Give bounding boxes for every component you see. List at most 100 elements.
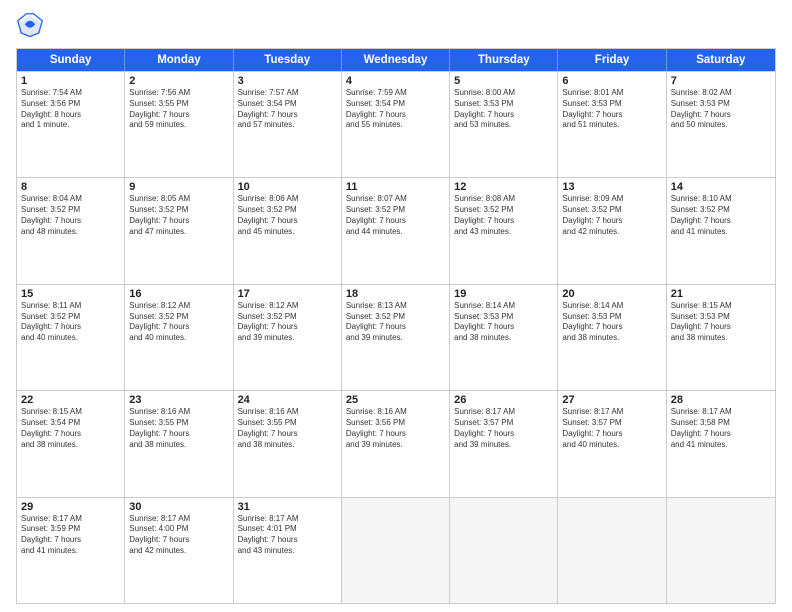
calendar-body: 1Sunrise: 7:54 AM Sunset: 3:56 PM Daylig… (17, 71, 775, 603)
weekday-header-friday: Friday (558, 49, 666, 71)
day-info: Sunrise: 8:17 AM Sunset: 3:58 PM Dayligh… (671, 407, 771, 450)
day-number: 23 (129, 394, 228, 406)
calendar-header: SundayMondayTuesdayWednesdayThursdayFrid… (17, 49, 775, 71)
logo (16, 12, 48, 40)
calendar: SundayMondayTuesdayWednesdayThursdayFrid… (16, 48, 776, 604)
calendar-day-9: 9Sunrise: 8:05 AM Sunset: 3:52 PM Daylig… (125, 178, 233, 283)
day-info: Sunrise: 8:17 AM Sunset: 4:00 PM Dayligh… (129, 514, 228, 557)
day-info: Sunrise: 8:00 AM Sunset: 3:53 PM Dayligh… (454, 88, 553, 131)
day-info: Sunrise: 8:15 AM Sunset: 3:53 PM Dayligh… (671, 301, 771, 344)
day-number: 16 (129, 288, 228, 300)
calendar-day-3: 3Sunrise: 7:57 AM Sunset: 3:54 PM Daylig… (234, 72, 342, 177)
day-number: 28 (671, 394, 771, 406)
calendar-day-empty (558, 498, 666, 603)
day-number: 25 (346, 394, 445, 406)
weekday-header-monday: Monday (125, 49, 233, 71)
day-info: Sunrise: 8:15 AM Sunset: 3:54 PM Dayligh… (21, 407, 120, 450)
calendar-day-27: 27Sunrise: 8:17 AM Sunset: 3:57 PM Dayli… (558, 391, 666, 496)
day-info: Sunrise: 8:12 AM Sunset: 3:52 PM Dayligh… (129, 301, 228, 344)
calendar-week-3: 15Sunrise: 8:11 AM Sunset: 3:52 PM Dayli… (17, 284, 775, 390)
day-info: Sunrise: 8:12 AM Sunset: 3:52 PM Dayligh… (238, 301, 337, 344)
calendar-day-17: 17Sunrise: 8:12 AM Sunset: 3:52 PM Dayli… (234, 285, 342, 390)
calendar-day-23: 23Sunrise: 8:16 AM Sunset: 3:55 PM Dayli… (125, 391, 233, 496)
calendar-week-4: 22Sunrise: 8:15 AM Sunset: 3:54 PM Dayli… (17, 390, 775, 496)
day-number: 20 (562, 288, 661, 300)
day-number: 22 (21, 394, 120, 406)
calendar-day-6: 6Sunrise: 8:01 AM Sunset: 3:53 PM Daylig… (558, 72, 666, 177)
day-number: 21 (671, 288, 771, 300)
day-number: 10 (238, 181, 337, 193)
day-number: 8 (21, 181, 120, 193)
calendar-week-5: 29Sunrise: 8:17 AM Sunset: 3:59 PM Dayli… (17, 497, 775, 603)
day-info: Sunrise: 8:07 AM Sunset: 3:52 PM Dayligh… (346, 194, 445, 237)
day-number: 15 (21, 288, 120, 300)
calendar-day-empty (450, 498, 558, 603)
calendar-day-13: 13Sunrise: 8:09 AM Sunset: 3:52 PM Dayli… (558, 178, 666, 283)
calendar-day-10: 10Sunrise: 8:06 AM Sunset: 3:52 PM Dayli… (234, 178, 342, 283)
day-number: 6 (562, 75, 661, 87)
calendar-week-1: 1Sunrise: 7:54 AM Sunset: 3:56 PM Daylig… (17, 71, 775, 177)
calendar-day-15: 15Sunrise: 8:11 AM Sunset: 3:52 PM Dayli… (17, 285, 125, 390)
calendar-day-26: 26Sunrise: 8:17 AM Sunset: 3:57 PM Dayli… (450, 391, 558, 496)
day-info: Sunrise: 8:09 AM Sunset: 3:52 PM Dayligh… (562, 194, 661, 237)
day-info: Sunrise: 8:13 AM Sunset: 3:52 PM Dayligh… (346, 301, 445, 344)
calendar-day-29: 29Sunrise: 8:17 AM Sunset: 3:59 PM Dayli… (17, 498, 125, 603)
calendar-day-24: 24Sunrise: 8:16 AM Sunset: 3:55 PM Dayli… (234, 391, 342, 496)
weekday-header-thursday: Thursday (450, 49, 558, 71)
calendar-day-28: 28Sunrise: 8:17 AM Sunset: 3:58 PM Dayli… (667, 391, 775, 496)
calendar-day-12: 12Sunrise: 8:08 AM Sunset: 3:52 PM Dayli… (450, 178, 558, 283)
day-number: 18 (346, 288, 445, 300)
day-info: Sunrise: 8:16 AM Sunset: 3:55 PM Dayligh… (238, 407, 337, 450)
day-number: 2 (129, 75, 228, 87)
day-info: Sunrise: 8:17 AM Sunset: 3:59 PM Dayligh… (21, 514, 120, 557)
day-info: Sunrise: 8:05 AM Sunset: 3:52 PM Dayligh… (129, 194, 228, 237)
day-number: 26 (454, 394, 553, 406)
calendar-day-2: 2Sunrise: 7:56 AM Sunset: 3:55 PM Daylig… (125, 72, 233, 177)
day-number: 7 (671, 75, 771, 87)
day-info: Sunrise: 7:57 AM Sunset: 3:54 PM Dayligh… (238, 88, 337, 131)
calendar-day-14: 14Sunrise: 8:10 AM Sunset: 3:52 PM Dayli… (667, 178, 775, 283)
day-number: 12 (454, 181, 553, 193)
day-info: Sunrise: 7:56 AM Sunset: 3:55 PM Dayligh… (129, 88, 228, 131)
calendar-day-5: 5Sunrise: 8:00 AM Sunset: 3:53 PM Daylig… (450, 72, 558, 177)
day-info: Sunrise: 8:17 AM Sunset: 3:57 PM Dayligh… (562, 407, 661, 450)
day-number: 5 (454, 75, 553, 87)
day-info: Sunrise: 7:59 AM Sunset: 3:54 PM Dayligh… (346, 88, 445, 131)
calendar-day-21: 21Sunrise: 8:15 AM Sunset: 3:53 PM Dayli… (667, 285, 775, 390)
day-number: 19 (454, 288, 553, 300)
header (16, 12, 776, 40)
day-info: Sunrise: 8:11 AM Sunset: 3:52 PM Dayligh… (21, 301, 120, 344)
calendar-day-30: 30Sunrise: 8:17 AM Sunset: 4:00 PM Dayli… (125, 498, 233, 603)
day-number: 13 (562, 181, 661, 193)
day-number: 30 (129, 501, 228, 513)
day-info: Sunrise: 8:17 AM Sunset: 3:57 PM Dayligh… (454, 407, 553, 450)
day-number: 31 (238, 501, 337, 513)
day-info: Sunrise: 8:16 AM Sunset: 3:56 PM Dayligh… (346, 407, 445, 450)
day-number: 17 (238, 288, 337, 300)
calendar-day-16: 16Sunrise: 8:12 AM Sunset: 3:52 PM Dayli… (125, 285, 233, 390)
calendar-day-19: 19Sunrise: 8:14 AM Sunset: 3:53 PM Dayli… (450, 285, 558, 390)
weekday-header-wednesday: Wednesday (342, 49, 450, 71)
calendar-day-22: 22Sunrise: 8:15 AM Sunset: 3:54 PM Dayli… (17, 391, 125, 496)
calendar-day-20: 20Sunrise: 8:14 AM Sunset: 3:53 PM Dayli… (558, 285, 666, 390)
page: SundayMondayTuesdayWednesdayThursdayFrid… (0, 0, 792, 612)
day-number: 24 (238, 394, 337, 406)
calendar-day-empty (667, 498, 775, 603)
calendar-day-7: 7Sunrise: 8:02 AM Sunset: 3:53 PM Daylig… (667, 72, 775, 177)
day-number: 1 (21, 75, 120, 87)
day-info: Sunrise: 8:14 AM Sunset: 3:53 PM Dayligh… (454, 301, 553, 344)
calendar-day-31: 31Sunrise: 8:17 AM Sunset: 4:01 PM Dayli… (234, 498, 342, 603)
day-number: 9 (129, 181, 228, 193)
day-number: 14 (671, 181, 771, 193)
day-info: Sunrise: 8:16 AM Sunset: 3:55 PM Dayligh… (129, 407, 228, 450)
day-info: Sunrise: 8:17 AM Sunset: 4:01 PM Dayligh… (238, 514, 337, 557)
day-info: Sunrise: 7:54 AM Sunset: 3:56 PM Dayligh… (21, 88, 120, 131)
calendar-day-18: 18Sunrise: 8:13 AM Sunset: 3:52 PM Dayli… (342, 285, 450, 390)
day-info: Sunrise: 8:01 AM Sunset: 3:53 PM Dayligh… (562, 88, 661, 131)
logo-icon (16, 12, 44, 40)
day-info: Sunrise: 8:02 AM Sunset: 3:53 PM Dayligh… (671, 88, 771, 131)
day-number: 11 (346, 181, 445, 193)
calendar-week-2: 8Sunrise: 8:04 AM Sunset: 3:52 PM Daylig… (17, 177, 775, 283)
day-number: 29 (21, 501, 120, 513)
calendar-day-empty (342, 498, 450, 603)
